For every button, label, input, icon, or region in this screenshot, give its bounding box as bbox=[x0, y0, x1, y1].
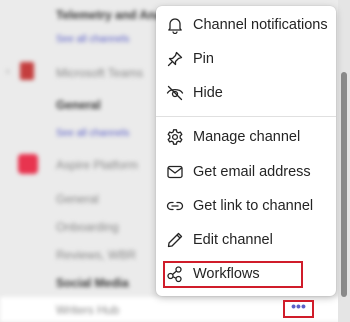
list-item-label: Social Media bbox=[56, 276, 129, 290]
list-item-label: Writers Hub bbox=[56, 303, 120, 317]
team-avatar bbox=[18, 154, 38, 174]
list-item-label: General bbox=[56, 98, 101, 112]
bell-icon bbox=[166, 16, 184, 34]
menu-item-label: Get email address bbox=[193, 164, 311, 180]
menu-item-label: Manage channel bbox=[193, 129, 301, 145]
eye-off-icon bbox=[166, 84, 184, 102]
link-icon bbox=[166, 197, 184, 215]
scrollbar-thumb[interactable] bbox=[341, 72, 347, 297]
menu-item-label: Edit channel bbox=[193, 232, 273, 248]
pencil-icon bbox=[166, 231, 184, 249]
menu-divider bbox=[156, 116, 336, 117]
more-options-button[interactable]: ••• bbox=[283, 298, 314, 318]
menu-item-label: Pin bbox=[193, 51, 214, 67]
menu-item-label: Get link to channel bbox=[193, 198, 314, 214]
list-item-label: Onboarding bbox=[56, 220, 119, 234]
more-options-icon: ••• bbox=[291, 298, 306, 314]
list-item-label: Aspire Platform bbox=[56, 158, 139, 172]
menu-item-pin[interactable]: Pin bbox=[156, 43, 336, 75]
gear-icon bbox=[166, 128, 184, 146]
menu-item-hide[interactable]: Hide bbox=[156, 77, 336, 109]
list-item-label: Microsoft Teams bbox=[56, 66, 144, 80]
mail-icon bbox=[166, 163, 184, 181]
chevron-right-icon: › bbox=[6, 66, 10, 77]
list-item-label: See all channels bbox=[56, 128, 130, 139]
menu-item-channel-notifications[interactable]: Channel notifications bbox=[156, 9, 336, 41]
menu-item-manage-channel[interactable]: Manage channel bbox=[156, 121, 336, 153]
menu-item-edit-channel[interactable]: Edit channel bbox=[156, 224, 336, 256]
channel-context-menu: Channel notifications Pin Hide Manage ch… bbox=[156, 6, 336, 296]
menu-item-label: Hide bbox=[193, 85, 223, 101]
list-item-label: Reviews, WBR bbox=[56, 248, 137, 262]
menu-item-get-link-to-channel[interactable]: Get link to channel bbox=[156, 190, 336, 222]
workflows-highlight-box bbox=[163, 261, 303, 288]
team-avatar bbox=[20, 62, 34, 80]
pin-icon bbox=[166, 50, 184, 68]
list-item-label: General bbox=[56, 192, 99, 206]
menu-item-label: Channel notifications bbox=[193, 17, 328, 33]
list-item-label: See all channels bbox=[56, 34, 130, 45]
menu-item-get-email-address[interactable]: Get email address bbox=[156, 156, 336, 188]
scrollbar-track[interactable] bbox=[338, 0, 350, 322]
